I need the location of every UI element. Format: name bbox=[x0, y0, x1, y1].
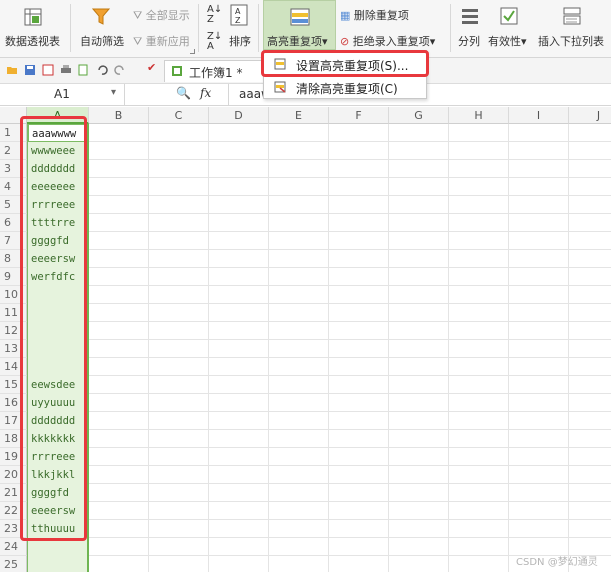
grid-vline bbox=[328, 124, 329, 572]
grid-hline bbox=[27, 321, 611, 322]
highlight-duplicates-icon bbox=[290, 8, 310, 26]
grid-hline bbox=[27, 141, 611, 142]
delete-duplicates-icon: ▦ bbox=[340, 9, 354, 22]
grid-vline bbox=[388, 124, 389, 572]
grid-vline bbox=[448, 124, 449, 572]
grid-vline bbox=[148, 124, 149, 572]
highlight-duplicates-button[interactable]: 高亮重复项▾ bbox=[263, 0, 336, 50]
grid-hline bbox=[27, 195, 611, 196]
sort-desc-icon[interactable]: Z↓ A bbox=[207, 32, 222, 52]
reapply-button[interactable]: ⛛ 重新应用 bbox=[133, 33, 190, 49]
zoom-icon[interactable]: 🔍 bbox=[176, 86, 191, 100]
column-header-e[interactable]: E bbox=[269, 107, 329, 124]
grid-hline bbox=[27, 393, 611, 394]
grid-hline bbox=[27, 357, 611, 358]
sort-button[interactable]: 排序 bbox=[229, 33, 251, 49]
chevron-down-icon: ▾ bbox=[322, 35, 328, 48]
grid-hline bbox=[27, 519, 611, 520]
annotation-box-menu-item bbox=[261, 50, 429, 77]
split-column-button[interactable]: 分列 bbox=[458, 33, 480, 49]
name-box[interactable]: A1 ▾ bbox=[0, 84, 125, 105]
grid-hline bbox=[27, 231, 611, 232]
column-header-g[interactable]: G bbox=[389, 107, 449, 124]
filter-icon[interactable] bbox=[92, 7, 110, 27]
insert-dropdown-button[interactable]: 插入下拉列表 bbox=[538, 33, 604, 49]
pivot-table-button[interactable]: 数据透视表 bbox=[5, 33, 60, 49]
reject-duplicates-icon: ⊘ bbox=[340, 35, 353, 48]
pivot-table-icon[interactable] bbox=[24, 8, 42, 26]
open-folder-icon[interactable] bbox=[6, 64, 18, 76]
reapply-icon: ⛛ bbox=[133, 35, 146, 48]
grid-hline bbox=[27, 375, 611, 376]
menu-clear-highlight-duplicates[interactable]: 清除高亮重复项(C) bbox=[264, 76, 426, 98]
undo-icon[interactable] bbox=[96, 64, 108, 76]
grid-vline bbox=[208, 124, 209, 572]
print-icon[interactable] bbox=[60, 64, 72, 76]
grid-hline bbox=[27, 303, 611, 304]
column-header-f[interactable]: F bbox=[329, 107, 389, 124]
tab-workbook-label: 工作簿1 * bbox=[189, 66, 243, 80]
insert-dropdown-icon[interactable] bbox=[563, 7, 581, 25]
row-header[interactable]: 25 bbox=[0, 556, 27, 572]
column-header-b[interactable]: B bbox=[89, 107, 149, 124]
customize-toolbar-icon[interactable]: ✔ bbox=[147, 61, 156, 74]
grid-hline bbox=[27, 429, 611, 430]
grid-hline bbox=[27, 483, 611, 484]
chevron-down-icon[interactable]: ▾ bbox=[111, 87, 116, 98]
name-box-value: A1 bbox=[54, 87, 70, 101]
export-pdf-icon[interactable] bbox=[42, 64, 54, 76]
column-header-d[interactable]: D bbox=[209, 107, 269, 124]
grid-hline bbox=[27, 213, 611, 214]
chevron-down-icon: ▾ bbox=[429, 35, 436, 48]
clear-highlight-icon bbox=[274, 81, 286, 93]
sort-az-icon[interactable]: A Z bbox=[230, 4, 248, 26]
grid-hline bbox=[27, 537, 611, 538]
column-header-c[interactable]: C bbox=[149, 107, 209, 124]
grid-hline bbox=[27, 447, 611, 448]
grid-hline bbox=[27, 159, 611, 160]
sort-asc-icon[interactable]: A↓ Z bbox=[207, 5, 222, 25]
tab-workbook[interactable]: 工作簿1 * bbox=[164, 60, 264, 82]
dialog-launcher-icon[interactable] bbox=[190, 49, 195, 54]
svg-text:Z: Z bbox=[235, 16, 241, 25]
grid-hline bbox=[27, 465, 611, 466]
column-header-i[interactable]: I bbox=[509, 107, 569, 124]
validity-button[interactable]: 有效性▾ bbox=[488, 33, 527, 49]
grid-hline bbox=[27, 249, 611, 250]
grid-hline bbox=[27, 411, 611, 412]
watermark: CSDN @梦幻通灵 bbox=[516, 557, 598, 568]
print-preview-icon[interactable] bbox=[78, 64, 90, 76]
grid-hline bbox=[27, 285, 611, 286]
grid-hline bbox=[27, 267, 611, 268]
grid-vline bbox=[508, 124, 509, 572]
highlight-duplicates-label: 高亮重复项▾ bbox=[267, 35, 328, 48]
column-header-j[interactable]: J bbox=[569, 107, 611, 124]
column-header-h[interactable]: H bbox=[449, 107, 509, 124]
redo-icon[interactable] bbox=[114, 64, 126, 76]
validity-icon[interactable] bbox=[500, 7, 518, 25]
insert-function-button[interactable]: fx bbox=[200, 86, 211, 100]
grid-vline bbox=[268, 124, 269, 572]
show-all-icon: ⛛ bbox=[133, 9, 146, 22]
grid-hline bbox=[27, 501, 611, 502]
save-icon[interactable] bbox=[24, 64, 36, 76]
annotation-box-column-a bbox=[20, 116, 87, 541]
grid-hline bbox=[27, 339, 611, 340]
auto-filter-button[interactable]: 自动筛选 bbox=[80, 33, 124, 49]
grid-hline bbox=[27, 177, 611, 178]
show-all-button[interactable]: ⛛ 全部显示 bbox=[133, 7, 190, 23]
delete-duplicates-button[interactable]: ▦ 删除重复项 bbox=[340, 7, 409, 23]
reject-duplicates-button[interactable]: ⊘ 拒绝录入重复项▾ bbox=[340, 33, 435, 49]
grid-vline bbox=[568, 124, 569, 572]
svg-text:A: A bbox=[235, 7, 241, 16]
spreadsheet-icon bbox=[172, 66, 182, 76]
spreadsheet-grid[interactable]: ABCDEFGHIJ 1 2 3 4 5 6 7 8 9 10 11 12 13 14 15 16 17 18 19… bbox=[0, 107, 611, 572]
chevron-down-icon: ▾ bbox=[521, 35, 527, 48]
split-column-icon[interactable] bbox=[461, 7, 479, 25]
